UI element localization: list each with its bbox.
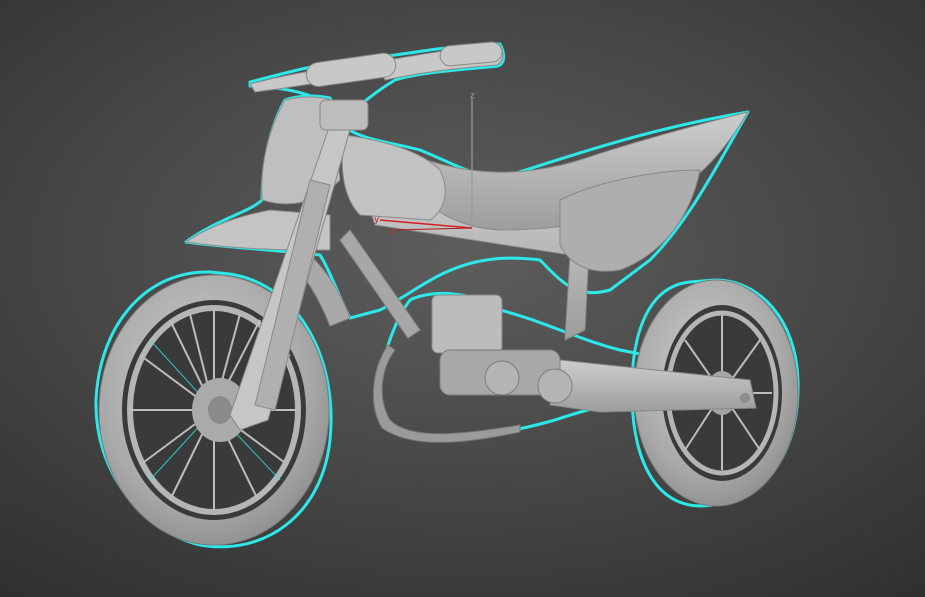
z-axis-label: z xyxy=(470,91,475,101)
motorbike-model-render[interactable]: z y x xyxy=(0,0,925,597)
3d-viewport[interactable]: z y x xyxy=(0,0,925,597)
y-axis-label: y xyxy=(374,215,380,225)
seat-and-rear-fender xyxy=(414,111,750,272)
handlebar xyxy=(249,41,504,93)
x-axis-label: x xyxy=(388,227,394,237)
fuel-tank xyxy=(341,134,446,221)
